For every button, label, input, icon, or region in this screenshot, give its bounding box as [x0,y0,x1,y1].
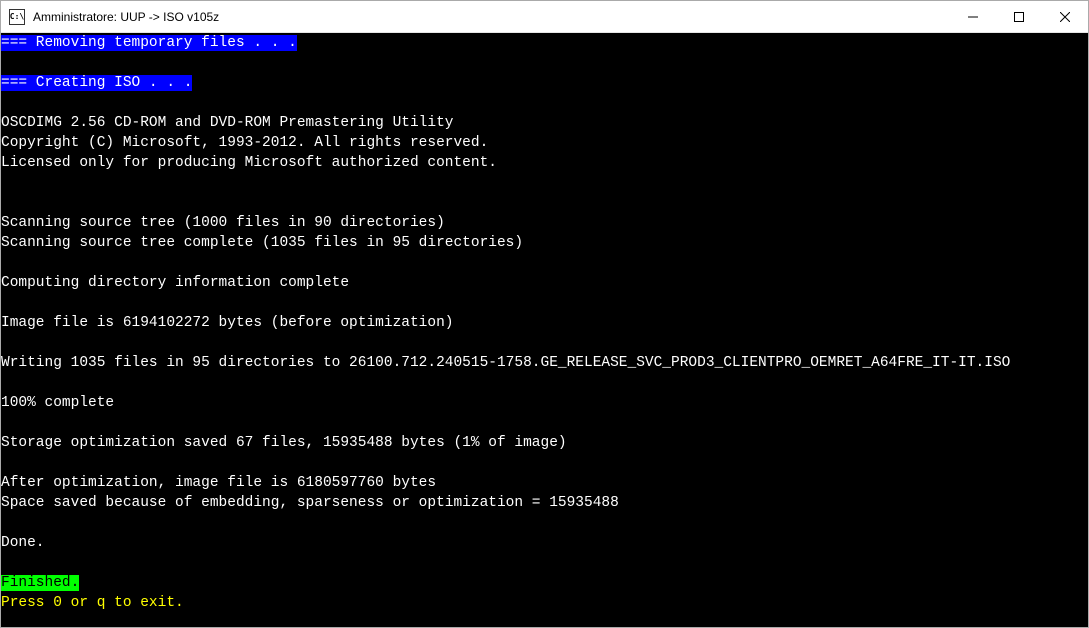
oscdimg-header: OSCDIMG 2.56 CD-ROM and DVD-ROM Premaste… [1,115,453,131]
space-saved: Space saved because of embedding, sparse… [1,495,619,511]
storage-optimization: Storage optimization saved 67 files, 159… [1,435,567,451]
done-message: Done. [1,535,45,551]
window-controls [950,1,1088,32]
image-file-size: Image file is 6194102272 bytes (before o… [1,315,453,331]
cmd-icon: C:\ [9,9,25,25]
exit-prompt: Press 0 or q to exit. [1,595,184,611]
oscdimg-license: Licensed only for producing Microsoft au… [1,155,497,171]
command-prompt-window: C:\ Amministratore: UUP -> ISO v105z ===… [0,0,1089,628]
step-creating-iso: === Creating ISO . . . [1,75,192,91]
scan-complete: Scanning source tree complete (1035 file… [1,235,523,251]
progress-percent: 100% complete [1,395,114,411]
step-removing: === Removing temporary files . . . [1,35,297,51]
oscdimg-copyright: Copyright (C) Microsoft, 1993-2012. All … [1,135,488,151]
after-optimization: After optimization, image file is 618059… [1,475,436,491]
minimize-button[interactable] [950,1,996,32]
writing-files: Writing 1035 files in 95 directories to … [1,355,1010,371]
computing-complete: Computing directory information complete [1,275,349,291]
terminal-output[interactable]: === Removing temporary files . . . === C… [1,33,1088,627]
titlebar[interactable]: C:\ Amministratore: UUP -> ISO v105z [1,1,1088,33]
maximize-button[interactable] [996,1,1042,32]
scan-progress: Scanning source tree (1000 files in 90 d… [1,215,445,231]
close-button[interactable] [1042,1,1088,32]
finished-badge: Finished. [1,575,79,591]
window-title: Amministratore: UUP -> ISO v105z [33,10,950,24]
